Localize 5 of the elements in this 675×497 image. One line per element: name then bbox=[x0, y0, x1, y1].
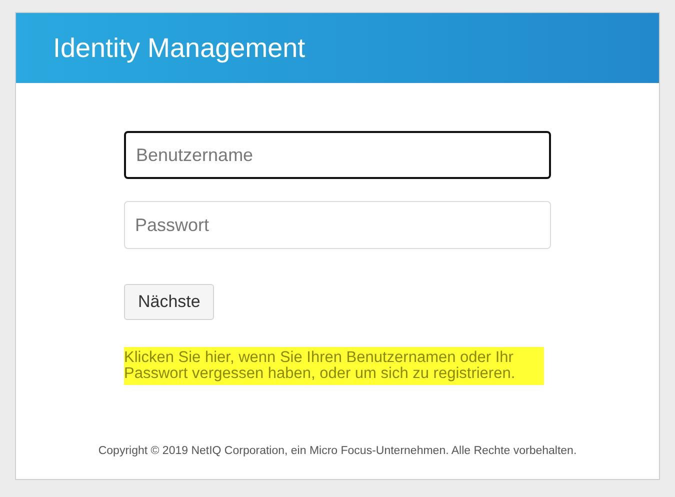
username-field[interactable]: Benutzername bbox=[124, 131, 551, 179]
password-field[interactable]: Passwort bbox=[124, 201, 551, 249]
app-title: Identity Management bbox=[53, 32, 306, 64]
next-button[interactable]: Nächste bbox=[124, 284, 214, 320]
copyright-text: Copyright © 2019 NetIQ Corporation, ein Micro Focus-Unternehmen. Alle Rechte vorbehalten. bbox=[97, 445, 578, 457]
